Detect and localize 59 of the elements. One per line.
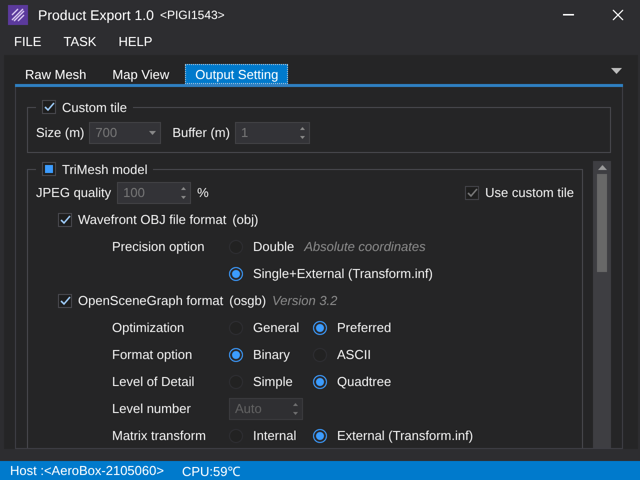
option-note: Absolute coordinates xyxy=(304,239,426,254)
checkbox-label: TriMesh model xyxy=(62,162,148,177)
field-label: JPEG quality xyxy=(36,185,112,200)
radio-label: Single+External (Transform.inf) xyxy=(253,266,433,282)
tab[interactable]: Output Setting xyxy=(185,64,288,84)
format-extension: (obj) xyxy=(232,212,258,228)
option-label: Format option xyxy=(112,347,192,362)
checkbox[interactable] xyxy=(42,162,56,176)
option-label: Optimization xyxy=(112,320,184,336)
checkbox-label: OpenSceneGraph format xyxy=(78,293,224,308)
version-note: Version 3.2 xyxy=(272,293,338,308)
radio-label: Binary xyxy=(253,347,290,362)
tab[interactable]: Map View xyxy=(102,64,180,84)
radio-button[interactable] xyxy=(229,348,243,362)
radio-label: ASCII xyxy=(337,347,371,362)
radio-label: Preferred xyxy=(337,320,392,336)
option-label: Level number xyxy=(112,401,191,416)
checkbox-label: Custom tile xyxy=(62,100,128,115)
tab[interactable]: Raw Mesh xyxy=(15,64,96,84)
caret-icon xyxy=(149,130,156,135)
field-label: Buffer (m) xyxy=(172,125,230,140)
minimize-icon xyxy=(562,14,574,16)
option-label: Matrix transform xyxy=(112,428,206,444)
radio-label: General xyxy=(253,320,300,336)
radio-label: Internal xyxy=(253,428,296,444)
window-title: Product Export 1.0 xyxy=(38,7,154,23)
cpu-status: CPU:59℃ xyxy=(182,462,240,480)
field-label: Size (m) xyxy=(36,125,84,140)
spinner-arrows-icon xyxy=(300,126,305,140)
radio-button[interactable] xyxy=(313,320,327,335)
scrollbar-thumb[interactable] xyxy=(597,174,607,272)
option-label: Precision option xyxy=(112,239,204,254)
unit-label: % xyxy=(197,185,209,200)
radio-label: Double xyxy=(253,239,294,254)
format-extension: (osgb) xyxy=(229,293,266,308)
radio-label: Quadtree xyxy=(337,374,392,390)
window-subtitle: <PIGI1543> xyxy=(160,8,225,22)
checkbox[interactable] xyxy=(58,294,72,308)
scroll-up-icon[interactable] xyxy=(598,165,606,170)
checkbox-label: Use custom tile xyxy=(485,185,574,200)
checkbox[interactable] xyxy=(42,100,56,114)
radio-button[interactable] xyxy=(313,374,327,389)
host-status: Host :<AeroBox-2105060> xyxy=(10,463,164,478)
radio-button[interactable] xyxy=(313,428,327,443)
app-logo-icon xyxy=(8,5,28,25)
checkbox[interactable] xyxy=(58,212,72,227)
radio-label: Simple xyxy=(253,374,293,390)
spinner-arrows-icon xyxy=(181,186,186,200)
dropdown-arrow-icon[interactable] xyxy=(611,68,622,74)
scrollbar[interactable] xyxy=(593,161,611,448)
radio-label: External (Transform.inf) xyxy=(337,428,474,444)
radio-button[interactable] xyxy=(229,266,243,281)
checkbox-label: Wavefront OBJ file format xyxy=(78,212,226,228)
menu-item[interactable]: HELP xyxy=(118,34,152,49)
menu-item[interactable]: FILE xyxy=(14,34,42,49)
spinner-arrows-icon xyxy=(293,402,298,416)
menu-item[interactable]: TASK xyxy=(63,34,96,49)
option-label: Level of Detail xyxy=(112,374,194,390)
close-icon xyxy=(612,9,624,21)
